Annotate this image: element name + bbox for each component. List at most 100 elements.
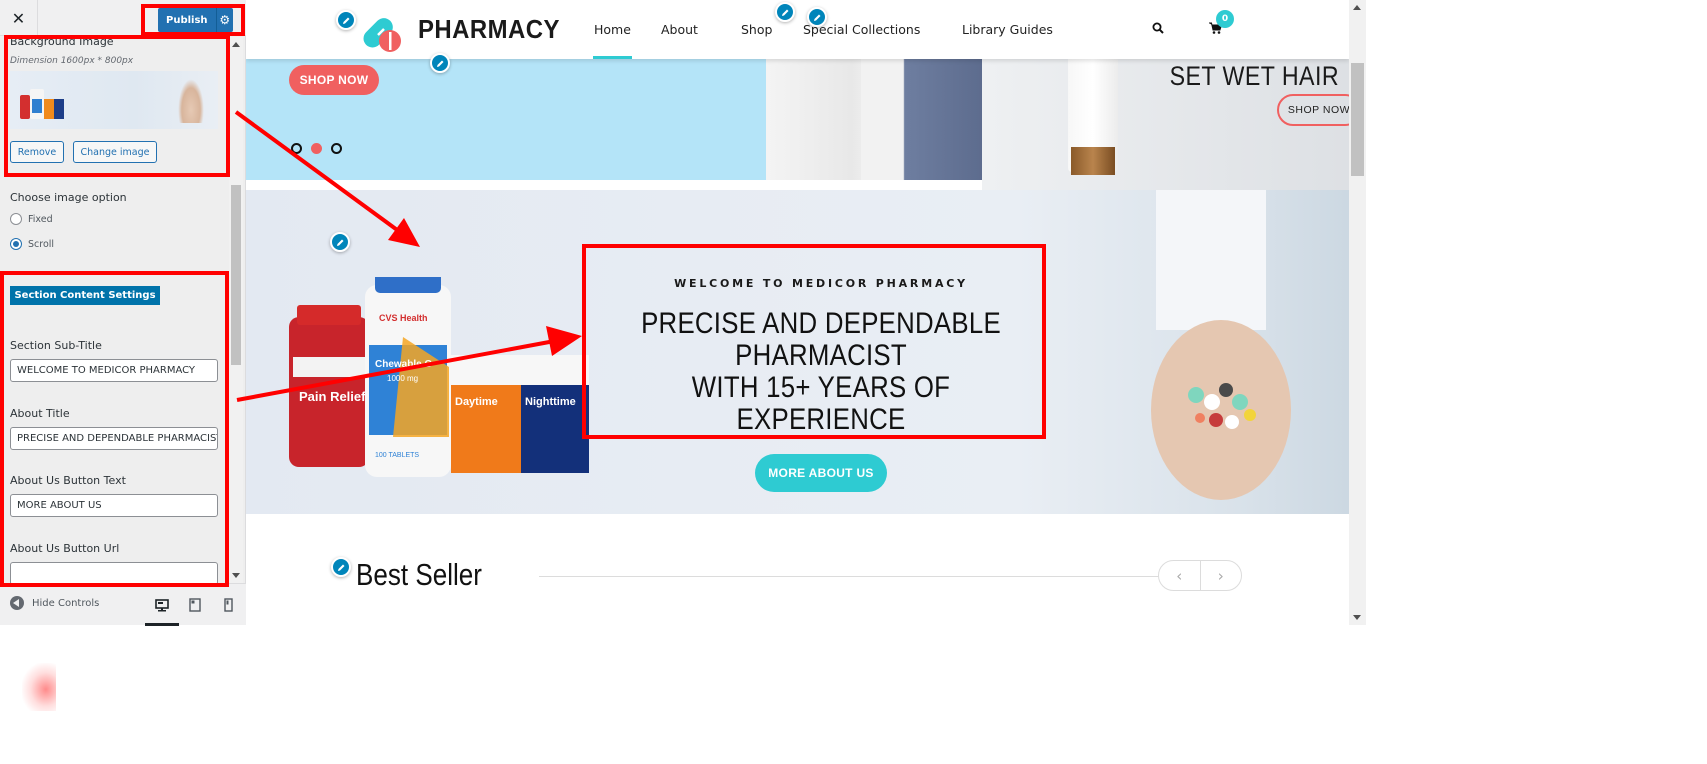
product-bottles-thumbnail bbox=[20, 89, 64, 119]
carousel-prev-button[interactable]: ‹ bbox=[1159, 561, 1201, 590]
preview-mobile-button[interactable] bbox=[213, 592, 243, 618]
hide-controls-button[interactable]: Hide Controls bbox=[10, 596, 99, 610]
edit-shortcut-about[interactable] bbox=[330, 232, 350, 252]
about-content: WELCOME TO MEDICOR PHARMACY PRECISE AND … bbox=[586, 235, 1056, 492]
background-image-dimension: Dimension 1600px * 800px bbox=[10, 56, 134, 66]
change-image-button[interactable]: Change image bbox=[73, 141, 157, 163]
preview-scroll-down-icon[interactable] bbox=[1353, 615, 1361, 620]
about-title-input[interactable]: PRECISE AND DEPENDABLE PHARMACIST WITH 1… bbox=[10, 427, 218, 450]
preview-scrollbar-thumb[interactable] bbox=[1351, 63, 1364, 176]
customizer-controls: Background Image Dimension 1600px * 800p… bbox=[0, 37, 236, 583]
carousel-next-button[interactable]: › bbox=[1201, 561, 1242, 590]
edit-shortcut-best-seller[interactable] bbox=[331, 557, 351, 577]
product-label-tablets: 100 TABLETS bbox=[375, 452, 419, 459]
controls-scrollbar-thumb[interactable] bbox=[231, 185, 241, 365]
slide-left: SHOP NOW bbox=[246, 59, 982, 180]
about-title-line-2: WITH 15+ YEARS OF EXPERIENCE bbox=[691, 371, 951, 436]
nav-shop[interactable]: Shop bbox=[741, 22, 772, 37]
gear-icon: ⚙ bbox=[219, 13, 231, 27]
hand-with-pills-image bbox=[1151, 190, 1291, 500]
radio-fixed-input[interactable] bbox=[10, 213, 22, 225]
pencil-icon bbox=[337, 564, 344, 571]
close-customizer-button[interactable]: ✕ bbox=[0, 0, 38, 36]
edit-shortcut-menu-2[interactable] bbox=[807, 7, 827, 27]
pencil-icon bbox=[781, 9, 788, 16]
field-label-subtitle: Section Sub-Title bbox=[10, 339, 102, 352]
pencil-icon bbox=[813, 14, 820, 21]
slider-shop-now-button[interactable]: SHOP NOW bbox=[289, 65, 379, 95]
product-label-chewable: Chewable C bbox=[375, 359, 432, 370]
section-content-settings-heading: Section Content Settings bbox=[10, 286, 160, 305]
edit-shortcut-slider[interactable] bbox=[430, 53, 450, 73]
background-image-label: Background Image bbox=[10, 37, 114, 48]
slide-shop-now-outline-button[interactable]: SHOP NOW bbox=[1277, 94, 1349, 126]
tablet-icon bbox=[189, 598, 201, 612]
best-seller-carousel-controls: ‹ › bbox=[1158, 560, 1242, 591]
about-title-line-1: PRECISE AND DEPENDABLE PHARMACIST bbox=[641, 307, 1001, 372]
pencil-icon bbox=[436, 60, 443, 67]
best-seller-divider bbox=[539, 576, 1159, 577]
image-option-label: Choose image option bbox=[10, 191, 127, 204]
close-icon: ✕ bbox=[11, 8, 26, 28]
screen: ✕ Publish ⚙ Background Image Dimension 1… bbox=[0, 0, 1707, 764]
hide-controls-label: Hide Controls bbox=[32, 597, 100, 609]
pencil-icon bbox=[336, 239, 343, 246]
product-label-dose: 1000 mg bbox=[387, 374, 418, 383]
hand-thumbnail bbox=[178, 79, 204, 123]
doctor-shirt-image bbox=[861, 59, 982, 180]
preview-desktop-button[interactable] bbox=[145, 592, 179, 626]
medicine-products-image: Pain Relief CVS Health Chewable C 1000 m… bbox=[289, 277, 589, 477]
edit-shortcut-logo[interactable] bbox=[336, 10, 356, 30]
site-header: PHARMACY Home About Shop Special Collect… bbox=[246, 0, 1349, 59]
preview-scrollbar[interactable] bbox=[1349, 0, 1366, 625]
publish-settings-button[interactable]: ⚙ bbox=[215, 8, 233, 32]
radio-scroll[interactable]: Scroll bbox=[10, 238, 54, 250]
slide-right: SET WET HAIR SHOP NOW bbox=[982, 59, 1349, 190]
preview-tablet-button[interactable] bbox=[180, 592, 210, 618]
nav-home[interactable]: Home bbox=[593, 22, 632, 59]
publish-button[interactable]: Publish bbox=[158, 8, 216, 32]
radio-fixed[interactable]: Fixed bbox=[10, 213, 53, 225]
search-icon[interactable] bbox=[1152, 22, 1164, 38]
scroll-down-arrow-icon[interactable] bbox=[232, 573, 240, 578]
about-section: Pain Relief CVS Health Chewable C 1000 m… bbox=[246, 190, 1349, 514]
site-logo-text[interactable]: PHARMACY bbox=[418, 14, 560, 45]
customizer-header: ✕ Publish ⚙ bbox=[0, 0, 246, 36]
radio-fixed-label: Fixed bbox=[28, 213, 53, 225]
publish-group: Publish ⚙ bbox=[158, 8, 233, 32]
slider-dot-2[interactable] bbox=[311, 143, 322, 154]
pencil-icon bbox=[342, 17, 349, 24]
slider-dots bbox=[291, 143, 342, 154]
about-title: PRECISE AND DEPENDABLE PHARMACIST WITH 1… bbox=[619, 308, 1023, 436]
mobile-icon bbox=[223, 598, 233, 612]
edit-shortcut-menu[interactable] bbox=[775, 2, 795, 22]
scroll-up-arrow-icon[interactable] bbox=[232, 42, 240, 47]
nav-library-guides[interactable]: Library Guides bbox=[962, 22, 1053, 37]
slide-heading: SET WET HAIR bbox=[1169, 61, 1339, 91]
section-subtitle-input[interactable]: WELCOME TO MEDICOR PHARMACY bbox=[10, 359, 218, 382]
slider-dot-3[interactable] bbox=[331, 143, 342, 154]
more-about-us-button[interactable]: MORE ABOUT US bbox=[755, 454, 887, 492]
hero-slider: SHOP NOW SET WET HAIR SHOP NOW bbox=[246, 53, 1349, 190]
blurred-red-artifact bbox=[22, 663, 56, 711]
product-label-pain-relief: Pain Relief bbox=[299, 389, 366, 404]
best-seller-title: Best Seller bbox=[356, 557, 482, 592]
preview-scroll-up-icon[interactable] bbox=[1353, 5, 1361, 10]
slider-dot-1[interactable] bbox=[291, 143, 302, 154]
field-label-about-title: About Title bbox=[10, 407, 70, 420]
best-seller-section: Best Seller ‹ › bbox=[246, 514, 1349, 625]
customizer-footer: Hide Controls bbox=[0, 583, 246, 626]
nav-about[interactable]: About bbox=[661, 22, 698, 37]
controls-scrollbar[interactable] bbox=[229, 37, 243, 583]
radio-scroll-input[interactable] bbox=[10, 238, 22, 250]
about-button-url-input[interactable] bbox=[10, 562, 218, 583]
field-label-button-url: About Us Button Url bbox=[10, 542, 120, 555]
customizer-panel: ✕ Publish ⚙ Background Image Dimension 1… bbox=[0, 0, 246, 626]
site-preview: PHARMACY Home About Shop Special Collect… bbox=[246, 0, 1349, 625]
pill-logo-icon[interactable] bbox=[358, 7, 404, 53]
background-image-thumbnail[interactable] bbox=[10, 71, 218, 129]
about-button-text-input[interactable]: MORE ABOUT US bbox=[10, 494, 218, 517]
product-label-nighttime: Nighttime bbox=[525, 396, 576, 408]
remove-image-button[interactable]: Remove bbox=[10, 141, 64, 163]
collapse-icon bbox=[10, 596, 24, 610]
